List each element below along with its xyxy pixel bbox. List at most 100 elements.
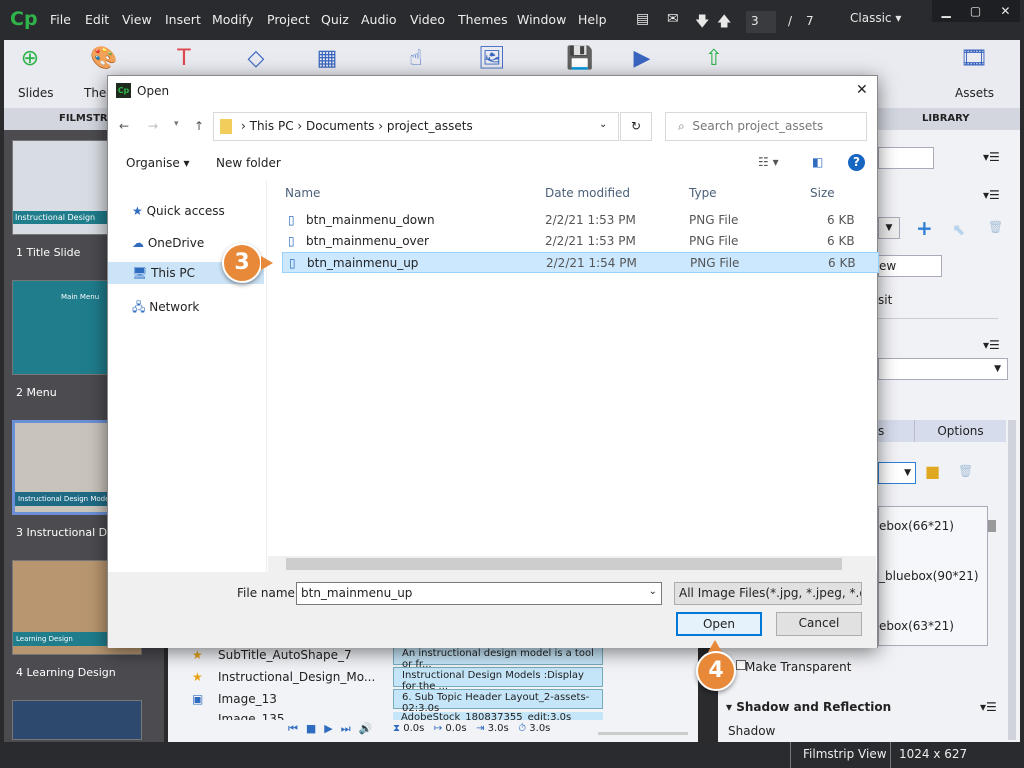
timeline-bar[interactable]: An instructional design model is a tool … bbox=[393, 645, 603, 670]
slide-label-2[interactable]: 2 Menu bbox=[16, 386, 57, 399]
tab-options[interactable]: Options bbox=[914, 420, 1006, 442]
column-type[interactable]: Type bbox=[689, 186, 717, 200]
arrow-up-icon[interactable]: 🡅 bbox=[717, 11, 731, 35]
slide-thumbnail-5[interactable] bbox=[12, 700, 142, 740]
filename-value: btn_mainmenu_up bbox=[301, 586, 413, 600]
tab-library[interactable]: LIBRARY bbox=[922, 113, 970, 124]
slide-notes-icon[interactable]: ▤ bbox=[636, 11, 649, 27]
add-state-icon[interactable]: + bbox=[916, 216, 933, 240]
timeline-bar[interactable]: 6. Sub Topic Header Layout_2-assets-02:3… bbox=[393, 689, 603, 714]
column-name[interactable]: Name bbox=[285, 186, 320, 200]
file-row[interactable]: ▯ btn_mainmenu_down 2/2/21 1:53 PM PNG File… bbox=[282, 210, 879, 231]
timeline-row[interactable]: Image_135 AdobeStock_180837355_edit:3.0s bbox=[168, 712, 698, 720]
dropdown[interactable]: ▼ bbox=[878, 358, 1008, 380]
slide-total: 7 bbox=[806, 14, 814, 28]
slide-label-1[interactable]: 1 Title Slide bbox=[16, 246, 80, 259]
slides-icon[interactable]: ⊕ bbox=[10, 46, 50, 80]
address-dropdown-icon[interactable]: ⌄ bbox=[599, 119, 607, 130]
timeline-bar[interactable]: Instructional Design Models :Display for… bbox=[393, 667, 603, 692]
cancel-button[interactable]: Cancel bbox=[776, 612, 862, 636]
star-icon: ★ bbox=[192, 648, 203, 662]
title-bar: Cp File Edit View Insert Modify Project … bbox=[0, 0, 1024, 40]
dialog-close-button[interactable]: ✕ bbox=[856, 82, 868, 98]
arrow-down-icon[interactable]: 🡇 bbox=[695, 11, 709, 35]
workspace-selector[interactable]: Classic ▾ bbox=[850, 11, 901, 25]
back-icon[interactable]: ← bbox=[119, 119, 129, 133]
address-bar[interactable]: › This PC › Documents › project_assets ⌄ bbox=[213, 112, 619, 141]
panel-menu-icon[interactable]: ▾☰ bbox=[980, 700, 997, 714]
panel-menu-icon[interactable]: ▾☰ bbox=[983, 338, 1000, 352]
crumb-documents[interactable]: Documents bbox=[306, 119, 374, 133]
crumb-project-assets[interactable]: project_assets bbox=[387, 119, 473, 133]
file-row[interactable]: ▯ btn_mainmenu_over 2/2/21 1:53 PM PNG File… bbox=[282, 231, 879, 252]
list-scrollbar[interactable] bbox=[988, 520, 996, 532]
open-button[interactable]: Open bbox=[676, 612, 762, 636]
playback-controls[interactable]: ⏮■▶⏭🔊 bbox=[288, 722, 380, 736]
column-size[interactable]: Size bbox=[810, 186, 835, 200]
up-icon[interactable]: ↑ bbox=[194, 119, 204, 133]
mail-icon[interactable]: ✉ bbox=[667, 11, 679, 27]
delete-state-icon[interactable]: 🗑 bbox=[988, 220, 1003, 234]
nav-onedrive[interactable]: ☁ OneDrive bbox=[132, 236, 204, 250]
menu-insert[interactable]: Insert bbox=[165, 12, 201, 27]
image-list-item[interactable]: _bluebox(90*21) bbox=[879, 569, 979, 583]
help-icon[interactable]: ? bbox=[848, 154, 865, 171]
menu-quiz[interactable]: Quiz bbox=[321, 12, 349, 27]
slide-number-input[interactable]: 3 bbox=[746, 11, 776, 33]
column-date[interactable]: Date modified bbox=[545, 186, 630, 200]
close-window-icon[interactable]: ✕ bbox=[1000, 4, 1010, 18]
maximize-icon[interactable]: ▢ bbox=[970, 4, 981, 18]
menu-view[interactable]: View bbox=[122, 12, 152, 27]
zoom-slider[interactable] bbox=[598, 732, 688, 735]
slide-label-4[interactable]: 4 Learning Design bbox=[16, 666, 116, 679]
menu-window[interactable]: Window bbox=[517, 12, 566, 27]
delete-image-icon[interactable]: 🗑 bbox=[958, 464, 973, 478]
shadow-reflection-header[interactable]: ▾ Shadow and Reflection bbox=[726, 700, 891, 714]
assets-icon[interactable]: 🎞 bbox=[954, 46, 994, 80]
menu-edit[interactable]: Edit bbox=[85, 12, 109, 27]
menu-modify[interactable]: Modify bbox=[212, 12, 253, 27]
search-input[interactable]: ⌕ Search project_assets bbox=[665, 112, 867, 141]
file-row-selected[interactable]: ▯ btn_mainmenu_up 2/2/21 1:54 PM PNG File 6 … bbox=[282, 252, 879, 273]
refresh-button[interactable]: ↻ bbox=[620, 112, 652, 141]
preview-pane-icon[interactable]: ◧ bbox=[812, 155, 823, 169]
image-icon: ▣ bbox=[192, 692, 204, 706]
app-logo: Cp bbox=[10, 8, 38, 30]
name-field[interactable] bbox=[878, 147, 934, 169]
minimize-icon[interactable]: ▁ bbox=[942, 4, 951, 18]
horizontal-scrollbar[interactable] bbox=[268, 556, 876, 572]
menu-themes[interactable]: Themes bbox=[458, 12, 508, 27]
reset-state-icon[interactable]: ⬉ bbox=[952, 220, 965, 239]
forward-icon[interactable]: → bbox=[148, 119, 158, 133]
panel-scrollbar[interactable] bbox=[1008, 420, 1016, 740]
scrollbar-thumb[interactable] bbox=[286, 558, 842, 570]
state-dropdown[interactable]: ▼ bbox=[878, 217, 900, 239]
file-type-select[interactable]: All Image Files(*.jpg, *.jpeg, *.g bbox=[674, 582, 862, 605]
nav-quick-access[interactable]: ★ Quick access bbox=[132, 204, 225, 218]
image-list-item[interactable]: ebox(66*21) bbox=[879, 519, 954, 533]
filename-input[interactable]: btn_mainmenu_up ⌄ bbox=[296, 582, 662, 605]
menu-audio[interactable]: Audio bbox=[361, 12, 397, 27]
menu-help[interactable]: Help bbox=[578, 12, 607, 27]
crumb-this-pc[interactable]: This PC bbox=[250, 119, 294, 133]
image-dropdown[interactable]: ▼ bbox=[878, 462, 916, 484]
assets-label[interactable]: Assets bbox=[955, 86, 994, 100]
menu-file[interactable]: File bbox=[50, 12, 71, 27]
timeline-bar[interactable]: AdobeStock_180837355_edit:3.0s bbox=[393, 712, 603, 720]
view-options-icon[interactable]: ☷ ▾ bbox=[758, 155, 779, 169]
menu-project[interactable]: Project bbox=[267, 12, 310, 27]
new-state-button[interactable]: ew bbox=[878, 255, 942, 277]
organise-menu[interactable]: Organise ▾ bbox=[126, 156, 190, 170]
new-folder-button[interactable]: New folder bbox=[216, 156, 281, 170]
panel-menu-icon[interactable]: ▾☰ bbox=[983, 188, 1000, 202]
tab-partial[interactable]: s bbox=[878, 420, 914, 442]
nav-this-pc[interactable]: 🖥 This PC bbox=[132, 266, 195, 280]
slides-label[interactable]: Slides bbox=[18, 86, 54, 100]
image-list-item[interactable]: ebox(63*21) bbox=[879, 619, 954, 633]
folder-icon[interactable]: ■ bbox=[925, 462, 940, 481]
panel-menu-icon[interactable]: ▾☰ bbox=[983, 150, 1000, 164]
nav-label: Quick access bbox=[146, 204, 225, 218]
recent-dropdown-icon[interactable]: ▾ bbox=[174, 119, 179, 129]
nav-network[interactable]: 🖧 Network bbox=[132, 298, 199, 319]
menu-video[interactable]: Video bbox=[410, 12, 445, 27]
